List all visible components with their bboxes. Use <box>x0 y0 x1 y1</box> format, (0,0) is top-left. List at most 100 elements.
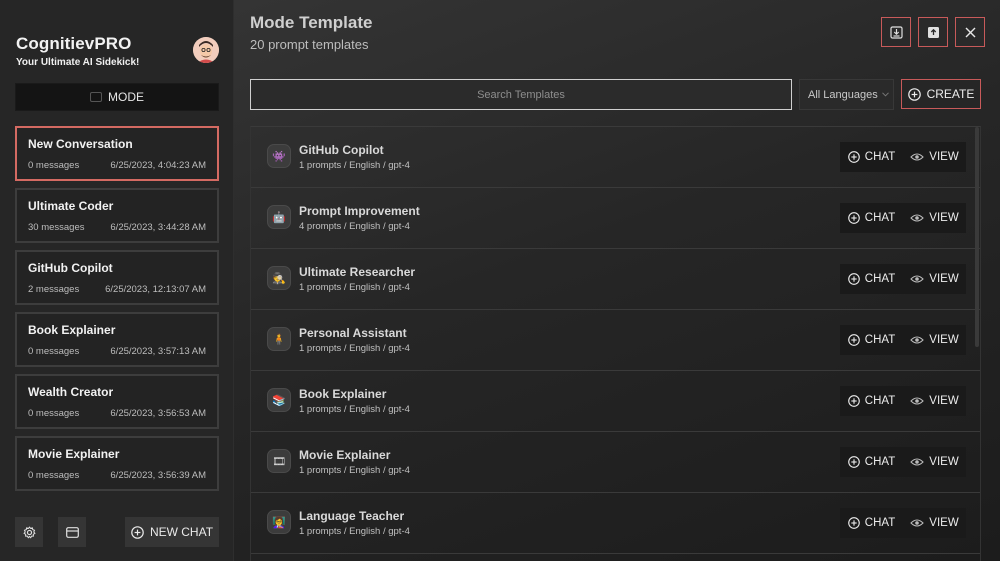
conversation-item[interactable]: Movie Explainer 0 messages 6/25/2023, 3:5… <box>15 436 219 491</box>
template-row: 🤖 Prompt Improvement 4 prompts / English… <box>251 188 980 249</box>
template-actions: CHAT VIEW <box>840 447 966 477</box>
sidebar-footer: NEW CHAT <box>15 517 219 547</box>
alien-icon: 👾 <box>267 144 291 168</box>
conversation-title: GitHub Copilot <box>28 261 113 275</box>
template-name: Prompt Improvement <box>299 204 420 218</box>
template-name: Movie Explainer <box>299 448 391 462</box>
import-button[interactable] <box>881 17 911 47</box>
view-button[interactable]: VIEW <box>903 142 966 172</box>
view-button[interactable]: VIEW <box>903 325 966 355</box>
page-title: Mode Template <box>250 13 373 32</box>
teacher-icon: 👩‍🏫 <box>267 510 291 534</box>
conversation-date: 6/25/2023, 4:04:23 AM <box>110 160 206 171</box>
view-label: VIEW <box>929 334 959 346</box>
view-label: VIEW <box>929 212 959 224</box>
template-actions: CHAT VIEW <box>840 508 966 538</box>
create-button[interactable]: CREATE <box>901 79 981 109</box>
template-meta: 1 prompts / English / gpt-4 <box>299 343 410 354</box>
plus-circle-icon <box>847 273 860 285</box>
language-select[interactable]: All Languages <box>799 79 894 110</box>
eye-icon <box>910 458 925 466</box>
chat-button[interactable]: CHAT <box>840 325 903 355</box>
conversation-date: 6/25/2023, 3:56:39 AM <box>110 470 206 481</box>
template-row: 👩‍🏫 Language Teacher 1 prompts / English… <box>251 493 980 554</box>
download-icon <box>889 25 903 39</box>
template-actions: CHAT VIEW <box>840 142 966 172</box>
person-icon: 🧍 <box>267 327 291 351</box>
new-chat-button[interactable]: NEW CHAT <box>125 517 219 547</box>
message-count: 2 messages <box>28 284 80 295</box>
template-meta: 1 prompts / English / gpt-4 <box>299 404 410 415</box>
conversation-item[interactable]: Wealth Creator 0 messages 6/25/2023, 3:56… <box>15 374 219 429</box>
template-actions: CHAT VIEW <box>840 386 966 416</box>
plus-circle-icon <box>847 212 860 224</box>
template-panel: Mode Template 20 prompt templates All La… <box>234 0 1000 561</box>
plus-circle-icon <box>847 334 860 346</box>
view-label: VIEW <box>929 395 959 407</box>
conversation-date: 6/25/2023, 3:44:28 AM <box>110 222 206 233</box>
eye-icon <box>910 336 925 344</box>
books-icon: 📚 <box>267 388 291 412</box>
chat-button[interactable]: CHAT <box>840 386 903 416</box>
template-meta: 1 prompts / English / gpt-4 <box>299 282 410 293</box>
eye-icon <box>910 275 925 283</box>
gear-icon <box>22 525 36 539</box>
view-button[interactable]: VIEW <box>903 447 966 477</box>
template-name: Personal Assistant <box>299 326 407 340</box>
conversation-title: Wealth Creator <box>28 385 114 399</box>
conversation-item[interactable]: New Conversation 0 messages 6/25/2023, 4:… <box>15 126 219 181</box>
template-actions: CHAT VIEW <box>840 264 966 294</box>
template-row: 📚 Book Explainer 1 prompts / English / g… <box>251 371 980 432</box>
template-list: 👾 GitHub Copilot 1 prompts / English / g… <box>250 126 981 561</box>
chat-button[interactable]: CHAT <box>840 203 903 233</box>
chat-button[interactable]: CHAT <box>840 264 903 294</box>
message-count: 0 messages <box>28 160 80 171</box>
view-button[interactable]: VIEW <box>903 508 966 538</box>
view-button[interactable]: VIEW <box>903 264 966 294</box>
avatar[interactable] <box>193 37 219 63</box>
template-actions: CHAT VIEW <box>840 325 966 355</box>
view-label: VIEW <box>929 517 959 529</box>
chat-button[interactable]: CHAT <box>840 508 903 538</box>
view-label: VIEW <box>929 273 959 285</box>
conversation-date: 6/25/2023, 3:57:13 AM <box>110 346 206 357</box>
wallet-button[interactable] <box>58 517 86 547</box>
message-count: 30 messages <box>28 222 85 233</box>
upload-icon <box>927 26 939 38</box>
chat-button[interactable]: CHAT <box>840 447 903 477</box>
new-chat-label: NEW CHAT <box>149 525 214 539</box>
conversation-list: New Conversation 0 messages 6/25/2023, 4:… <box>15 126 219 498</box>
chat-button[interactable]: CHAT <box>840 142 903 172</box>
close-icon <box>965 27 975 37</box>
export-button[interactable] <box>918 17 948 47</box>
message-count: 0 messages <box>28 470 80 481</box>
create-label: CREATE <box>926 87 975 101</box>
eye-icon <box>910 214 925 222</box>
view-button[interactable]: VIEW <box>903 203 966 233</box>
conversation-item[interactable]: Book Explainer 0 messages 6/25/2023, 3:57… <box>15 312 219 367</box>
app-title: CognitievPRO <box>16 34 132 53</box>
eye-icon <box>910 397 925 405</box>
mode-icon <box>90 92 102 102</box>
template-row: 👾 GitHub Copilot 1 prompts / English / g… <box>251 127 980 188</box>
search-input[interactable] <box>250 79 792 110</box>
template-count: 20 prompt templates <box>250 37 369 52</box>
mode-button[interactable]: MODE <box>15 83 219 111</box>
view-label: VIEW <box>929 151 959 163</box>
plus-circle-icon <box>131 525 144 539</box>
conversation-item[interactable]: GitHub Copilot 2 messages 6/25/2023, 12:1… <box>15 250 219 305</box>
conversation-item[interactable]: Ultimate Coder 30 messages 6/25/2023, 3:4… <box>15 188 219 243</box>
sidebar: CognitievPRO Your Ultimate AI Sidekick! … <box>0 0 234 561</box>
template-row: 🧍 Personal Assistant 1 prompts / English… <box>251 310 980 371</box>
eye-icon <box>910 519 925 527</box>
conversation-title: Movie Explainer <box>28 447 120 461</box>
settings-button[interactable] <box>15 517 43 547</box>
close-button[interactable] <box>955 17 985 47</box>
film-icon: 🎞 <box>267 449 291 473</box>
chat-label: CHAT <box>864 273 896 285</box>
view-button[interactable]: VIEW <box>903 386 966 416</box>
template-name: Language Teacher <box>299 509 405 523</box>
wallet-icon <box>65 526 79 538</box>
chat-label: CHAT <box>864 456 896 468</box>
chat-label: CHAT <box>864 395 896 407</box>
